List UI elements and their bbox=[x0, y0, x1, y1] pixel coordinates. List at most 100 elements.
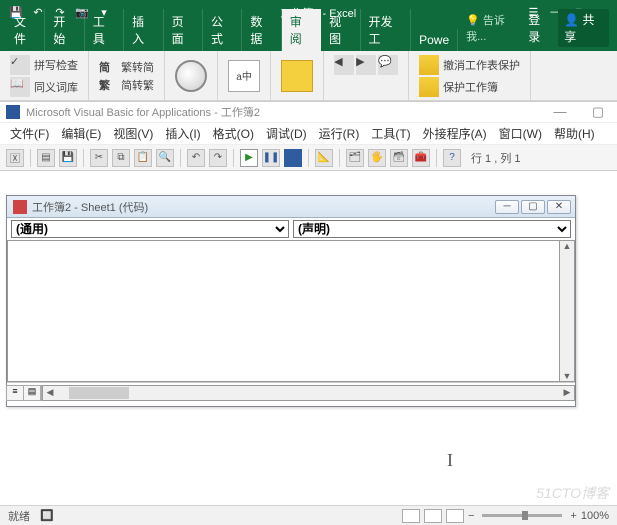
vba-paste-icon[interactable]: 📋 bbox=[134, 149, 152, 167]
comments-group bbox=[271, 51, 324, 100]
procedure-view-icon[interactable]: ≡ bbox=[6, 385, 24, 401]
code-vscrollbar[interactable]: ▲▼ bbox=[559, 240, 575, 382]
spellcheck-button[interactable]: ✓拼写检查 bbox=[10, 55, 78, 75]
simplify-button[interactable]: 简 繁转简 bbox=[99, 59, 154, 75]
prev-comment-icon[interactable]: ◀ bbox=[334, 55, 354, 75]
menu-debug[interactable]: 调试(D) bbox=[262, 123, 311, 144]
share-button[interactable]: 👤 共享 bbox=[558, 9, 609, 47]
tab-tools[interactable]: 工具 bbox=[85, 9, 124, 51]
traditionalize-button[interactable]: 繁 简转繁 bbox=[99, 77, 154, 93]
vba-toolbox-icon[interactable]: 🧰 bbox=[412, 149, 430, 167]
tab-review[interactable]: 审阅 bbox=[282, 9, 321, 51]
vba-menubar: 文件(F) 编辑(E) 视图(V) 插入(I) 格式(O) 调试(D) 运行(R… bbox=[0, 123, 617, 145]
smart-lookup-icon[interactable] bbox=[175, 60, 207, 92]
spellcheck-icon: ✓ bbox=[10, 55, 30, 75]
code-hscrollbar[interactable]: ◀▶ bbox=[42, 385, 575, 401]
menu-addins[interactable]: 外接程序(A) bbox=[419, 123, 491, 144]
menu-file[interactable]: 文件(F) bbox=[6, 123, 53, 144]
vba-design-mode-icon[interactable]: 📐 bbox=[315, 149, 333, 167]
code-maximize-icon[interactable]: ▢ bbox=[521, 200, 545, 214]
tab-developer[interactable]: 开发工 bbox=[361, 9, 412, 51]
tab-power[interactable]: Powe bbox=[411, 29, 458, 51]
tab-file[interactable]: 文件 bbox=[6, 9, 45, 51]
vba-redo-icon[interactable]: ↷ bbox=[209, 149, 227, 167]
normal-view-icon[interactable] bbox=[402, 509, 420, 523]
vba-save-icon[interactable]: 💾 bbox=[59, 149, 77, 167]
protect-group: 撤消工作表保护 保护工作簿 bbox=[409, 51, 531, 100]
code-window-title: 工作簿2 - Sheet1 (代码) bbox=[32, 199, 148, 215]
menu-run[interactable]: 运行(R) bbox=[315, 123, 364, 144]
new-comment-icon[interactable] bbox=[281, 60, 313, 92]
thesaurus-button[interactable]: 📖同义词库 bbox=[10, 77, 78, 97]
vba-cursor-position: 行 1 , 列 1 bbox=[471, 150, 521, 166]
vba-object-browser-icon[interactable]: 🗃 bbox=[390, 149, 408, 167]
translate-icon[interactable]: a中 bbox=[228, 60, 260, 92]
code-minimize-icon[interactable]: ─ bbox=[495, 200, 519, 214]
menu-window[interactable]: 窗口(W) bbox=[495, 123, 546, 144]
full-module-view-icon[interactable]: ▤ bbox=[23, 385, 41, 401]
comments-nav-group: ◀ ▶ 💬 bbox=[324, 51, 409, 100]
menu-tools[interactable]: 工具(T) bbox=[367, 123, 414, 144]
vba-title: Microsoft Visual Basic for Applications … bbox=[26, 104, 260, 120]
menu-edit[interactable]: 编辑(E) bbox=[57, 123, 105, 144]
vba-insert-module-icon[interactable]: ▤ bbox=[37, 149, 55, 167]
signin-link[interactable]: 登录 bbox=[528, 11, 550, 45]
unprotect-sheet-button[interactable]: 撤消工作表保护 bbox=[419, 55, 520, 75]
chinese-conversion-group: 简 繁转简 繁 简转繁 bbox=[89, 51, 165, 100]
menu-insert[interactable]: 插入(I) bbox=[161, 123, 204, 144]
vba-view-excel-icon[interactable]: 🅇 bbox=[6, 149, 24, 167]
code-editor[interactable] bbox=[7, 240, 559, 382]
tab-page[interactable]: 页面 bbox=[164, 9, 203, 51]
menu-help[interactable]: 帮助(H) bbox=[550, 123, 599, 144]
lookup-group bbox=[165, 51, 218, 100]
vba-break-icon[interactable]: ❚❚ bbox=[262, 149, 280, 167]
status-ready: 就绪 bbox=[8, 508, 30, 524]
show-comments-icon[interactable]: 💬 bbox=[378, 55, 398, 75]
vba-reset-icon[interactable] bbox=[284, 149, 302, 167]
translate-group: a中 bbox=[218, 51, 271, 100]
vba-code-window: 工作簿2 - Sheet1 (代码) ─ ▢ ✕ (通用) (声明) ▲▼ ≡ … bbox=[6, 195, 576, 407]
code-window-icon bbox=[13, 200, 27, 214]
tab-data[interactable]: 数据 bbox=[242, 9, 281, 51]
code-close-icon[interactable]: ✕ bbox=[547, 200, 571, 214]
tell-me[interactable]: 💡 告诉我... bbox=[466, 12, 520, 44]
object-dropdown[interactable]: (通用) bbox=[11, 220, 289, 238]
vba-help-icon[interactable]: ? bbox=[443, 149, 461, 167]
watermark: 51CTO博客 bbox=[536, 483, 609, 503]
menu-view[interactable]: 视图(V) bbox=[109, 123, 157, 144]
zoom-in-icon[interactable]: + bbox=[570, 510, 576, 522]
next-comment-icon[interactable]: ▶ bbox=[356, 55, 376, 75]
vba-app-icon bbox=[6, 105, 20, 119]
vba-restore-icon[interactable]: ▢ bbox=[579, 104, 617, 120]
protect-workbook-button[interactable]: 保护工作簿 bbox=[419, 77, 520, 97]
vba-properties-icon[interactable]: 🖐 bbox=[368, 149, 386, 167]
zoom-out-icon[interactable]: − bbox=[468, 510, 474, 522]
vba-run-icon[interactable]: ▶ bbox=[240, 149, 258, 167]
vba-toolbar: 🅇 ▤ 💾 ✂ ⧉ 📋 🔍 ↶ ↷ ▶ ❚❚ 📐 🗂 🖐 🗃 🧰 ? 行 1 ,… bbox=[0, 145, 617, 171]
procedure-dropdown[interactable]: (声明) bbox=[293, 220, 571, 238]
page-layout-view-icon[interactable] bbox=[424, 509, 442, 523]
status-macro-icon[interactable]: 🔲 bbox=[40, 509, 54, 522]
excel-ribbon: ✓拼写检查 📖同义词库 简 繁转简 繁 简转繁 a中 ◀ ▶ 💬 撤消工作表保护… bbox=[0, 51, 617, 101]
tab-formulas[interactable]: 公式 bbox=[203, 9, 242, 51]
excel-ribbon-tabs: 文件 开始 工具 插入 页面 公式 数据 审阅 视图 开发工 Powe 💡 告诉… bbox=[0, 25, 617, 51]
page-break-view-icon[interactable] bbox=[446, 509, 464, 523]
tab-view[interactable]: 视图 bbox=[321, 9, 360, 51]
text-cursor-icon: I bbox=[447, 450, 453, 471]
vba-copy-icon[interactable]: ⧉ bbox=[112, 149, 130, 167]
proofing-group: ✓拼写检查 📖同义词库 bbox=[0, 51, 89, 100]
tab-home[interactable]: 开始 bbox=[45, 9, 84, 51]
zoom-level[interactable]: 100% bbox=[581, 510, 609, 522]
vba-cut-icon[interactable]: ✂ bbox=[90, 149, 108, 167]
vba-undo-icon[interactable]: ↶ bbox=[187, 149, 205, 167]
excel-statusbar: 就绪 🔲 − + 100% bbox=[0, 505, 617, 525]
vba-project-explorer-icon[interactable]: 🗂 bbox=[346, 149, 364, 167]
vba-minimize-icon[interactable]: — bbox=[541, 104, 579, 120]
code-window-titlebar[interactable]: 工作簿2 - Sheet1 (代码) ─ ▢ ✕ bbox=[7, 196, 575, 218]
vba-find-icon[interactable]: 🔍 bbox=[156, 149, 174, 167]
protect-wb-icon bbox=[419, 77, 439, 97]
zoom-slider[interactable] bbox=[482, 514, 562, 517]
tab-insert[interactable]: 插入 bbox=[124, 9, 163, 51]
vba-titlebar: Microsoft Visual Basic for Applications … bbox=[0, 101, 617, 123]
menu-format[interactable]: 格式(O) bbox=[209, 123, 258, 144]
